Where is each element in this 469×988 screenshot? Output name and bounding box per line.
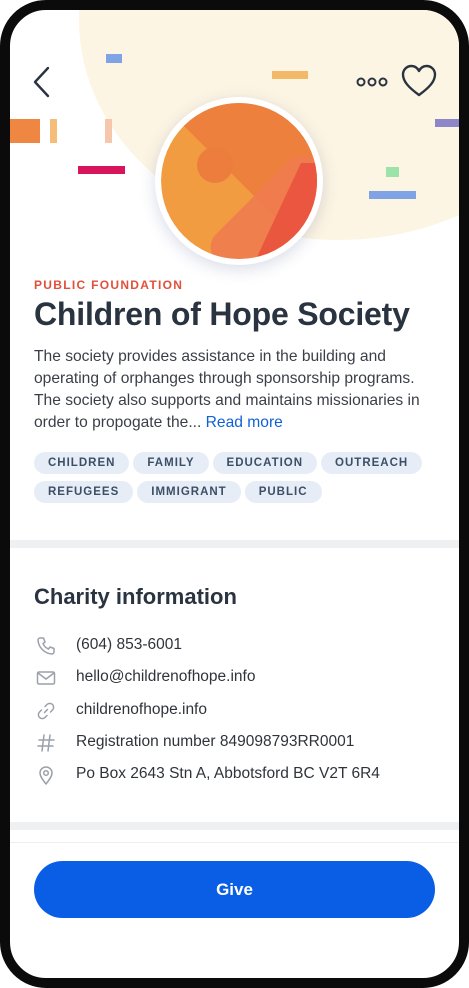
tag-refugees[interactable]: REFUGEES (34, 481, 134, 503)
give-button[interactable]: Give (34, 861, 435, 918)
bottom-bar-border (10, 842, 459, 843)
confetti-shape (50, 119, 57, 143)
address-row[interactable]: Po Box 2643 Stn A, Abbotsford BC V2T 6R4 (34, 763, 454, 787)
tag-public[interactable]: PUBLIC (244, 481, 322, 503)
tag-immigrant[interactable]: IMMIGRANT (137, 481, 241, 503)
tag-family[interactable]: FAMILY (133, 452, 209, 474)
profile-screen: PUBLIC FOUNDATION Children of Hope Socie… (10, 10, 459, 978)
organization-name: Children of Hope Society (34, 296, 410, 332)
section-divider (10, 540, 459, 548)
mail-icon (36, 671, 56, 685)
registration-number: Registration number 849098793RR0001 (76, 733, 355, 750)
read-more-link[interactable]: Read more (206, 414, 283, 431)
hash-icon (37, 734, 55, 752)
tag-outreach[interactable]: OUTREACH (321, 452, 423, 474)
email-row[interactable]: hello@childrenofhope.info (34, 666, 454, 690)
section-divider (10, 822, 459, 830)
more-options-button[interactable] (356, 74, 388, 90)
tag-children[interactable]: CHILDREN (34, 452, 130, 474)
tag-education[interactable]: EDUCATION (212, 452, 318, 474)
confetti-shape (435, 119, 459, 127)
website-link: childrenofhope.info (76, 701, 207, 718)
top-bar (10, 10, 459, 110)
phone-icon (37, 637, 55, 655)
back-button[interactable] (28, 64, 58, 100)
chevron-left-icon (33, 66, 50, 98)
confetti-shape (386, 167, 399, 177)
website-row[interactable]: childrenofhope.info (34, 699, 454, 723)
favorite-button[interactable] (400, 62, 438, 100)
link-icon (37, 702, 55, 720)
more-horizontal-icon (356, 77, 388, 87)
tag-list: CHILDREN FAMILY EDUCATION OUTREACH REFUGEES… (34, 452, 444, 510)
registration-row: Registration number 849098793RR0001 (34, 731, 454, 755)
phone-number: (604) 853-6001 (76, 636, 182, 653)
organization-logo (155, 97, 323, 265)
confetti-shape (105, 119, 112, 143)
heart-icon (401, 64, 437, 97)
phone-row[interactable]: (604) 853-6001 (34, 634, 454, 658)
mailing-address: Po Box 2643 Stn A, Abbotsford BC V2T 6R4 (76, 765, 380, 782)
confetti-shape (10, 119, 40, 143)
location-pin-icon (39, 766, 53, 785)
confetti-shape (369, 191, 416, 199)
charity-info-title: Charity information (34, 584, 237, 609)
phone-frame: PUBLIC FOUNDATION Children of Hope Socie… (0, 0, 469, 988)
confetti-shape (78, 166, 125, 174)
organization-description: The society provides assistance in the b… (34, 346, 429, 434)
organization-type-label: PUBLIC FOUNDATION (34, 278, 184, 292)
email-address: hello@childrenofhope.info (76, 668, 256, 685)
